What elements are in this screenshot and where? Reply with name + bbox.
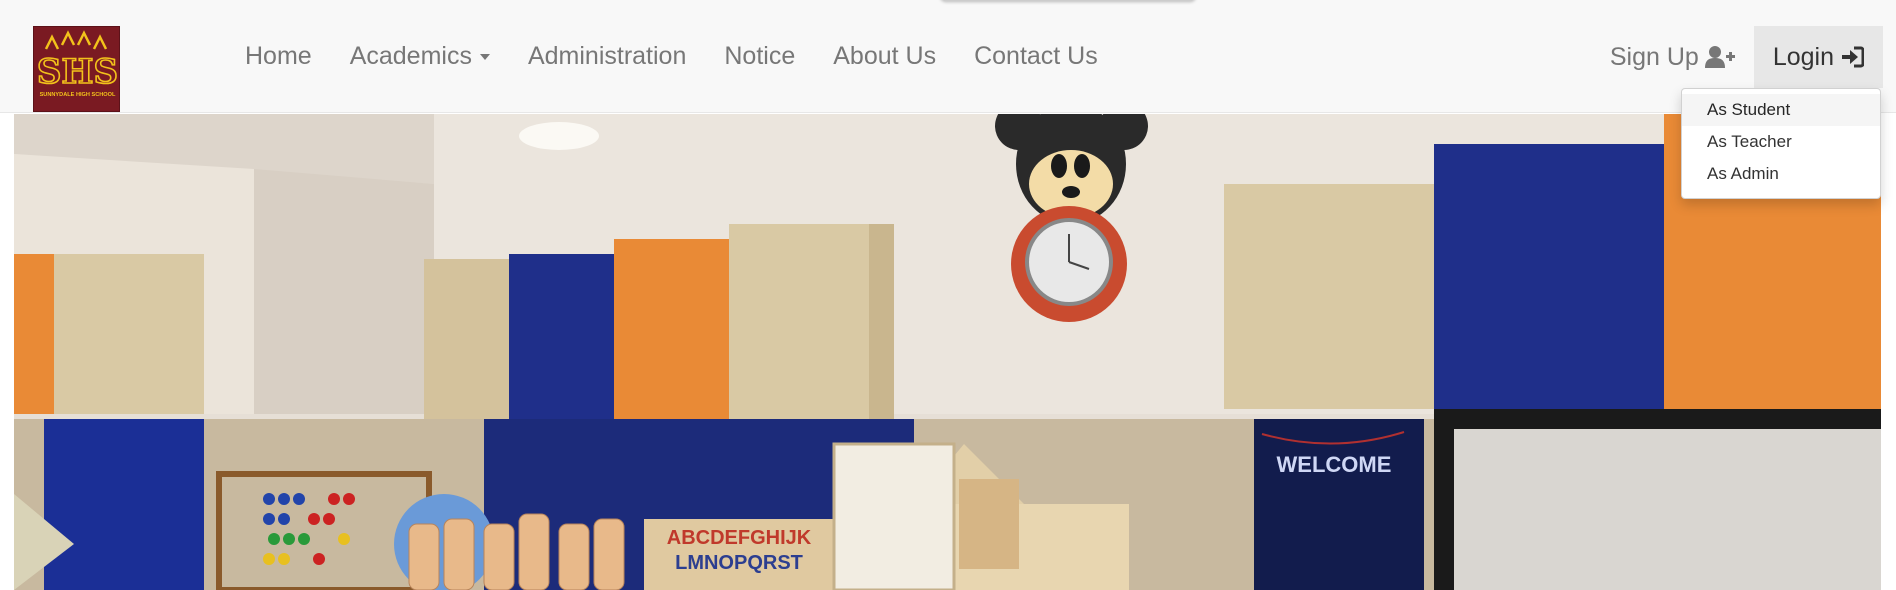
nav-home-label: Home (245, 42, 312, 70)
nav-contact-us-label: Contact Us (974, 42, 1098, 70)
auth-nav: Sign Up Login (1591, 26, 1883, 88)
nav-academics-label: Academics (349, 42, 472, 70)
signup-link[interactable]: Sign Up (1591, 26, 1754, 88)
nav-home[interactable]: Home (226, 0, 331, 113)
nav-about-us-label: About Us (833, 42, 937, 70)
nav-academics[interactable]: Academics (331, 0, 509, 113)
main-nav: Home Academics Administration Notice Abo… (226, 0, 1117, 113)
school-logo[interactable]: SHS SUNNYDALE HIGH SCHOOL (33, 26, 120, 112)
login-as-student[interactable]: As Student (1682, 94, 1880, 126)
bunting-banner-text: WELCOME (1277, 452, 1392, 477)
login-as-admin[interactable]: As Admin (1682, 158, 1880, 190)
nav-contact-us[interactable]: Contact Us (955, 0, 1117, 113)
alphabet-row-2: LMNOPQRST (675, 552, 803, 574)
alphabet-row-1: ABCDEFGHIJK (667, 527, 812, 549)
login-dropdown-toggle[interactable]: Login (1753, 26, 1883, 88)
nav-about-us[interactable]: About Us (814, 0, 955, 113)
user-plus-icon (1704, 45, 1735, 69)
login-dropdown-menu: As Student As Teacher As Admin (1681, 88, 1881, 199)
caret-down-icon (479, 53, 490, 60)
nav-notice[interactable]: Notice (705, 0, 814, 113)
login-as-teacher[interactable]: As Teacher (1682, 126, 1880, 158)
logo-initials: SHS (37, 52, 118, 92)
nav-administration-label: Administration (527, 42, 687, 70)
hero-image: WELCOME ABCDEFGHIJK LMNOPQRST (14, 114, 1881, 590)
logo-school-name: SUNNYDALE HIGH SCHOOL (40, 92, 116, 98)
nav-notice-label: Notice (724, 42, 796, 70)
top-edge-tab (940, 0, 1196, 1)
sign-in-icon (1840, 45, 1864, 69)
nav-administration[interactable]: Administration (509, 0, 705, 113)
signup-label: Sign Up (1609, 43, 1699, 71)
navbar: SHS SUNNYDALE HIGH SCHOOL Home Academics… (0, 0, 1896, 113)
login-label: Login (1772, 43, 1834, 71)
